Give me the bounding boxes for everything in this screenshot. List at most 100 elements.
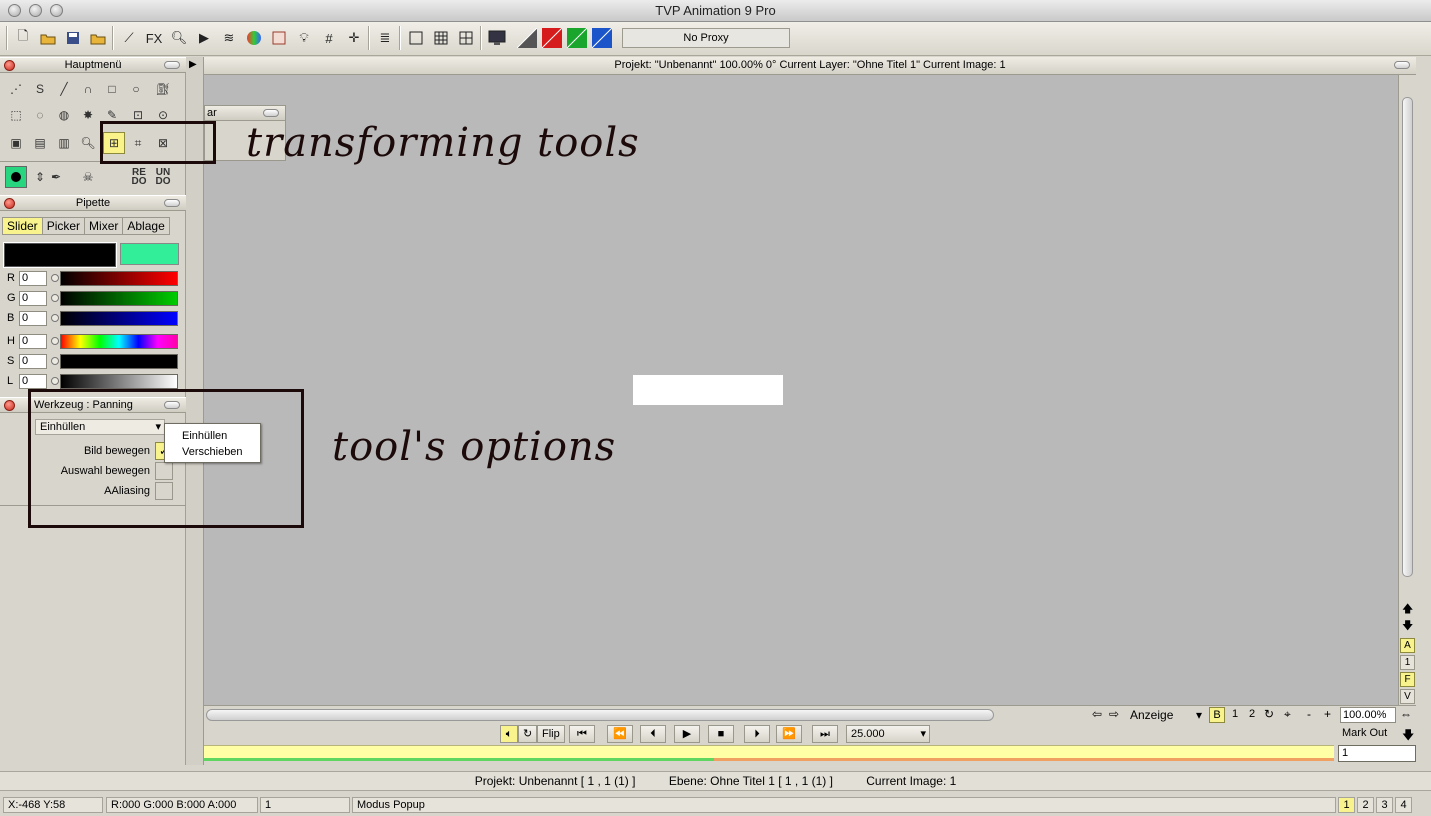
close-panel-button[interactable]	[4, 60, 15, 71]
b-slider-bar[interactable]	[60, 311, 178, 326]
slider-knob[interactable]	[51, 377, 59, 385]
warp-icon[interactable]: ▥	[53, 132, 75, 154]
new-file-icon[interactable]: 🗋	[12, 27, 34, 49]
grid-icon[interactable]: #	[318, 27, 340, 49]
zoom-field[interactable]: 100.00%	[1340, 707, 1396, 723]
expand-arrow-icon[interactable]: ▶	[189, 59, 197, 70]
image-frame[interactable]	[633, 375, 783, 405]
tab-picker[interactable]: Picker	[41, 217, 86, 235]
canvas-frame-icon[interactable]	[268, 27, 290, 49]
slider-knob[interactable]	[51, 314, 59, 322]
select-circle-icon[interactable]: ◌	[29, 104, 51, 126]
stop-icon[interactable]: ■	[708, 725, 734, 743]
timeline-bar[interactable]	[204, 745, 1334, 761]
collapse-panel-button[interactable]	[263, 109, 279, 117]
magnify-icon[interactable]: 🔍︎	[77, 132, 99, 154]
view-2-button[interactable]: 2	[1244, 707, 1260, 723]
collapse-canvas-button[interactable]	[1394, 61, 1410, 69]
slider-knob[interactable]	[51, 294, 59, 302]
zoom-arrows-icon[interactable]: ⇔	[1400, 707, 1412, 721]
s-value-field[interactable]: 0	[19, 354, 47, 369]
fast-forward-icon[interactable]: ⏩	[776, 725, 802, 743]
page-3-button[interactable]: 3	[1376, 797, 1393, 813]
first-frame-icon[interactable]: ⏮	[569, 725, 595, 743]
undo-button[interactable]: UN DO	[152, 166, 174, 188]
layer-stack-icon[interactable]: ≣	[374, 27, 396, 49]
color-wheel-icon[interactable]	[243, 27, 265, 49]
mark-out-button[interactable]: Mark Out	[1338, 725, 1391, 743]
close-panel-button[interactable]	[4, 198, 15, 209]
zoom-out-button[interactable]: -	[1307, 707, 1311, 721]
frame-input[interactable]: 1	[1338, 745, 1416, 762]
stamp-icon[interactable]: ▤	[29, 132, 51, 154]
step-back-icon[interactable]: ⏴	[640, 725, 666, 743]
fps-select[interactable]: 25.000 ▾	[846, 725, 930, 743]
rewind-icon[interactable]: ⏪	[607, 725, 633, 743]
side-button-f[interactable]: F	[1400, 672, 1415, 687]
play-icon[interactable]: ▶	[193, 27, 215, 49]
l-slider-bar[interactable]	[60, 374, 178, 389]
g-value-field[interactable]: 0	[19, 291, 47, 306]
folder-icon[interactable]	[87, 27, 109, 49]
tab-mixer[interactable]: Mixer	[84, 217, 124, 235]
r-value-field[interactable]: 0	[19, 271, 47, 286]
collapse-panel-button[interactable]	[164, 61, 180, 69]
spline-icon[interactable]: S	[29, 78, 51, 100]
scroll-down-icon[interactable]: 🡇	[1402, 617, 1413, 636]
tab-ablage[interactable]: Ablage	[122, 217, 170, 235]
b-mode-icon[interactable]: ▣	[5, 132, 27, 154]
horizontal-scroll-thumb[interactable]	[206, 709, 994, 721]
last-frame-icon[interactable]: ⏭	[812, 725, 838, 743]
slider-knob[interactable]	[51, 337, 59, 345]
step-forward-icon[interactable]: ⏵	[744, 725, 770, 743]
draw-mode-icon[interactable]	[5, 166, 27, 188]
rotate-icon[interactable]: ↻	[1264, 707, 1274, 721]
fx-button[interactable]: FX	[143, 27, 165, 49]
loop-icon[interactable]: ↻	[518, 725, 538, 743]
curve-icon[interactable]: ∩	[77, 78, 99, 100]
eyedropper-icon[interactable]: ✒	[45, 166, 67, 188]
arrow-left-icon[interactable]: ⇦	[1092, 707, 1102, 721]
tab-slider[interactable]: Slider	[2, 217, 43, 235]
side-button-a[interactable]: A	[1400, 638, 1415, 653]
lightbulb-icon[interactable]: 💡︎	[293, 27, 315, 49]
anzeige-select[interactable]: Anzeige ▾	[1126, 707, 1204, 723]
center-icon[interactable]: ⌖	[1284, 707, 1291, 722]
close-panel-button[interactable]	[4, 400, 15, 411]
channel-gray-icon[interactable]	[516, 27, 538, 49]
view-single-icon[interactable]	[405, 27, 427, 49]
select-lasso-icon[interactable]: ◍	[53, 104, 75, 126]
slider-knob[interactable]	[51, 357, 59, 365]
slider-knob[interactable]	[51, 274, 59, 282]
monitor-icon[interactable]	[486, 27, 508, 49]
collapse-panel-button[interactable]	[164, 199, 180, 207]
g-slider-bar[interactable]	[60, 291, 178, 306]
flip-button[interactable]: Flip	[537, 725, 565, 743]
side-button-1[interactable]: 1	[1400, 655, 1415, 670]
s-slider-bar[interactable]	[60, 354, 178, 369]
select-magic-icon[interactable]: ✸	[77, 104, 99, 126]
primary-color-swatch[interactable]	[3, 242, 117, 268]
sound-icon[interactable]: 🔈︎	[500, 725, 518, 743]
drawing-canvas[interactable]: ar	[204, 75, 1398, 705]
side-button-v[interactable]: V	[1400, 689, 1415, 704]
circle-icon[interactable]: ○	[125, 78, 147, 100]
zoom-in-button[interactable]: +	[1324, 707, 1331, 721]
freehand-dotted-icon[interactable]: ⋰	[5, 78, 27, 100]
select-spline-icon[interactable]: ⬚	[5, 104, 27, 126]
channel-blue-icon[interactable]	[591, 27, 613, 49]
guides-icon[interactable]: ✛	[343, 27, 365, 49]
channel-red-icon[interactable]	[541, 27, 563, 49]
view-1-button[interactable]: 1	[1227, 707, 1243, 723]
b-value-field[interactable]: 0	[19, 311, 47, 326]
vertical-scrollbar[interactable]: 🡅 🡇 A 1 F V	[1398, 75, 1416, 705]
line-icon[interactable]: ╱	[53, 78, 75, 100]
h-slider-bar[interactable]	[60, 334, 178, 349]
fill-bucket-icon[interactable]: ⛽︎	[152, 78, 174, 100]
redo-button[interactable]: RE DO	[128, 166, 150, 188]
open-folder-icon[interactable]	[37, 27, 59, 49]
proxy-selector[interactable]: No Proxy	[622, 28, 790, 48]
view-split-icon[interactable]	[455, 27, 477, 49]
skull-icon[interactable]: ☠	[77, 166, 99, 188]
view-grid-icon[interactable]	[430, 27, 452, 49]
